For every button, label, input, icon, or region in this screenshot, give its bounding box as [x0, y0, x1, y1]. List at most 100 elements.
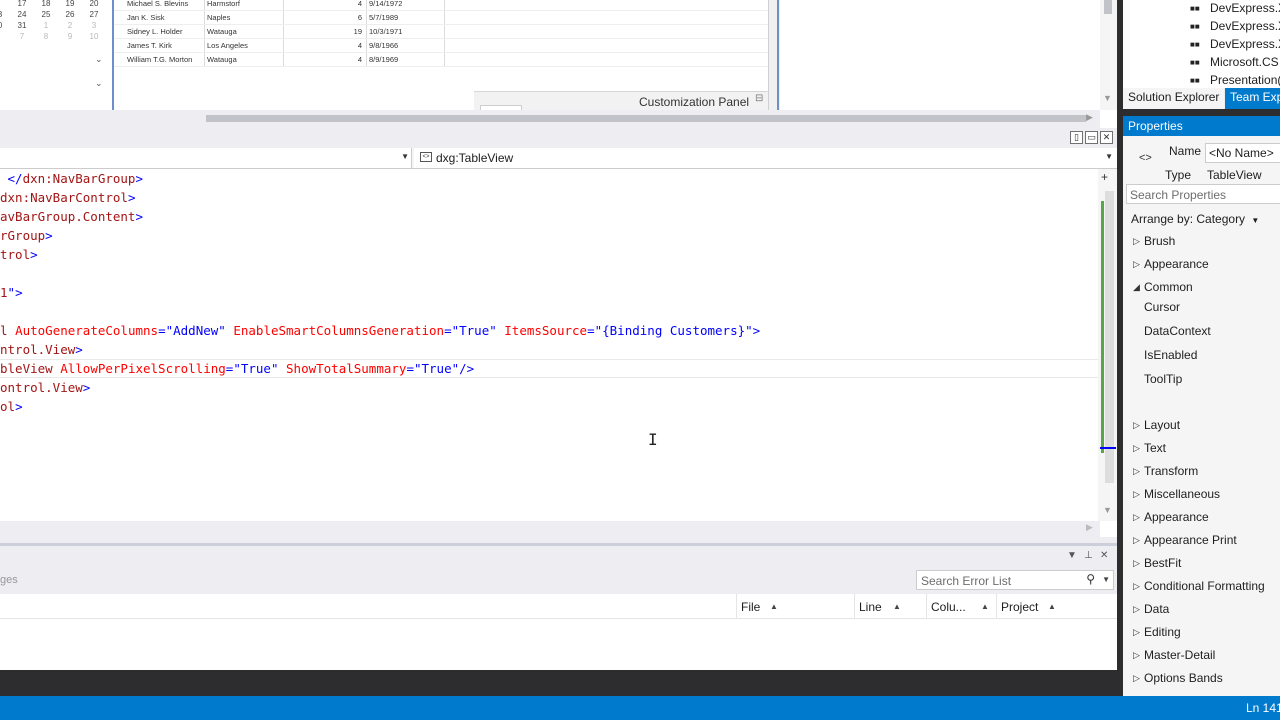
property-category[interactable]: ▷ Appearance: [1123, 254, 1280, 277]
dropdown-arrow-icon[interactable]: ▼: [401, 152, 409, 161]
grid-row: Michael S. Blevins Harmstorf 4 9/14/1972: [114, 0, 769, 11]
search-icon[interactable]: ⚲: [1086, 572, 1095, 586]
dropdown-arrow-icon[interactable]: ▼: [1105, 152, 1113, 161]
expand-triangle-icon[interactable]: ▷: [1133, 558, 1140, 569]
collapse-triangle-icon[interactable]: ◢: [1133, 282, 1140, 293]
column-header-project[interactable]: Project ▲: [996, 594, 1117, 619]
property-category[interactable]: ▷ BestFit: [1123, 553, 1280, 576]
code-line[interactable]: dxn:NavBarControl>: [0, 188, 135, 207]
scroll-thumb[interactable]: [206, 115, 1086, 122]
error-list-body[interactable]: [0, 619, 1117, 670]
property-category[interactable]: ▷ Brush: [1123, 231, 1280, 254]
collapse-pane-button[interactable]: ✕: [1100, 131, 1113, 144]
dropdown-arrow-icon[interactable]: ▼: [1102, 575, 1110, 584]
code-line[interactable]: ol>: [0, 397, 23, 416]
property-category[interactable]: ▷ Layout: [1123, 415, 1280, 438]
error-list-toolbar: ges Search Error List ⚲ ▼: [0, 566, 1117, 594]
calendar-day: 26: [65, 10, 75, 19]
calendar-day: 31: [17, 21, 27, 30]
grid-row: Sidney L. Holder Watauga 19 10/3/1971: [114, 25, 769, 39]
code-line[interactable]: 1">: [0, 283, 23, 302]
designer-canvas[interactable]: 1718192032425262703112378910 ⌄ ⌄ Michael…: [0, 0, 1100, 111]
expand-triangle-icon[interactable]: ▷: [1133, 535, 1140, 546]
horizontal-split-button[interactable]: ▭: [1085, 131, 1098, 144]
xaml-designer[interactable]: 1718192032425262703112378910 ⌄ ⌄ Michael…: [0, 0, 1117, 128]
panel-separator: [1123, 109, 1280, 116]
close-icon[interactable]: ✕: [1100, 550, 1108, 561]
expand-triangle-icon[interactable]: ▷: [1133, 489, 1140, 500]
tab-solution-explorer[interactable]: Solution Explorer: [1123, 88, 1225, 109]
designer-horizontal-scrollbar[interactable]: ▶: [0, 110, 1100, 128]
property-item[interactable]: DataContext: [1144, 324, 1211, 348]
property-category[interactable]: ▷ Master-Detail: [1123, 645, 1280, 668]
expand-triangle-icon[interactable]: ▷: [1133, 650, 1140, 661]
messages-filter[interactable]: ges: [0, 574, 18, 586]
property-category[interactable]: ▷ Conditional Formatting: [1123, 576, 1280, 599]
expand-triangle-icon[interactable]: ▷: [1133, 512, 1140, 523]
property-item[interactable]: Cursor: [1144, 300, 1180, 324]
scroll-down-icon[interactable]: ▼: [1103, 93, 1112, 103]
scroll-thumb[interactable]: [1104, 0, 1112, 14]
vertical-split-button[interactable]: ▯: [1070, 131, 1083, 144]
scroll-thumb[interactable]: [1105, 191, 1114, 483]
grid-cell-number: 19: [353, 27, 362, 36]
tab-team-explorer[interactable]: Team Exp: [1225, 88, 1280, 109]
code-line[interactable]: trol>: [0, 245, 38, 264]
property-item[interactable]: ToolTip: [1144, 372, 1182, 396]
split-editor-icon[interactable]: +: [1101, 170, 1108, 184]
scroll-right-icon[interactable]: ▶: [1086, 522, 1093, 533]
error-list-search-input[interactable]: Search Error List ⚲ ▼: [916, 570, 1114, 590]
property-category[interactable]: ▷ Miscellaneous: [1123, 484, 1280, 507]
column-header-file[interactable]: File ▲: [736, 594, 854, 619]
scroll-right-icon[interactable]: ▶: [1086, 112, 1093, 123]
column-label: Line: [859, 600, 882, 614]
expand-triangle-icon[interactable]: ▷: [1133, 466, 1140, 477]
column-header-column[interactable]: Colu... ▲: [926, 594, 996, 619]
property-category[interactable]: ▷ Transform: [1123, 461, 1280, 484]
arrange-by-dropdown[interactable]: Arrange by: Category ▼: [1131, 212, 1259, 226]
element-scope-dropdown[interactable]: ▼: [0, 148, 412, 168]
window-position-icon[interactable]: ▼: [1067, 550, 1077, 561]
expand-triangle-icon[interactable]: ▷: [1133, 627, 1140, 638]
expand-triangle-icon[interactable]: ▷: [1133, 259, 1140, 270]
code-line[interactable]: bleView AllowPerPixelScrolling="True" Sh…: [0, 359, 474, 378]
code-line[interactable]: ntrol.View>: [0, 340, 83, 359]
pin-icon[interactable]: ⊟: [755, 93, 763, 104]
editor-vertical-scrollbar[interactable]: + ▼: [1098, 169, 1117, 521]
property-category[interactable]: ▷ Options Bands: [1123, 668, 1280, 691]
code-line[interactable]: avBarGroup.Content>: [0, 207, 143, 226]
property-category[interactable]: ▷ Appearance Print: [1123, 530, 1280, 553]
code-line[interactable]: rGroup>: [0, 226, 53, 245]
code-line[interactable]: l AutoGenerateColumns="AddNew" EnableSma…: [0, 321, 760, 340]
code-line[interactable]: ontrol.View>: [0, 378, 90, 397]
expand-triangle-icon[interactable]: ▷: [1133, 673, 1140, 684]
member-dropdown[interactable]: <> dxg:TableView ▼: [414, 148, 1117, 168]
name-field[interactable]: <No Name>: [1205, 143, 1280, 163]
pin-icon[interactable]: ⊥: [1084, 550, 1093, 561]
property-category[interactable]: ▷ Text: [1123, 438, 1280, 461]
expand-triangle-icon[interactable]: ▷: [1133, 236, 1140, 247]
code-line[interactable]: </dxn:NavBarGroup>: [0, 169, 143, 188]
expand-triangle-icon[interactable]: ▷: [1133, 420, 1140, 431]
solution-explorer-panel[interactable]: ■■ DevExpress.X ■■ DevExpress.X ■■ DevExpress…: [1123, 0, 1280, 88]
property-category[interactable]: ◢ Common: [1123, 277, 1280, 300]
xaml-code-editor[interactable]: </dxn:NavBarGroup> dxn:NavBarControl> avBa…: [0, 169, 1117, 537]
properties-panel[interactable]: <> Name <No Name> Type TableView Search …: [1123, 136, 1280, 696]
scroll-down-icon[interactable]: ▼: [1103, 505, 1112, 515]
designer-vertical-scrollbar[interactable]: ▼: [1100, 0, 1117, 110]
editor-horizontal-scrollbar[interactable]: ▶: [0, 521, 1100, 537]
sort-ascending-icon: ▲: [981, 602, 989, 611]
property-item[interactable]: IsEnabled: [1144, 348, 1197, 372]
category-label: Brush: [1144, 234, 1176, 248]
expand-triangle-icon[interactable]: ▷: [1133, 443, 1140, 454]
properties-search-input[interactable]: Search Properties: [1126, 184, 1280, 204]
grid-cell-number: 4: [357, 0, 362, 8]
expand-triangle-icon[interactable]: ▷: [1133, 604, 1140, 615]
category-label: Appearance: [1144, 510, 1209, 524]
expand-triangle-icon[interactable]: ▷: [1133, 581, 1140, 592]
property-category[interactable]: ▷ Editing: [1123, 622, 1280, 645]
property-category[interactable]: ▷ Data: [1123, 599, 1280, 622]
customization-panel[interactable]: Customization Panel ⊟: [474, 91, 768, 111]
column-header-line[interactable]: Line ▲: [854, 594, 926, 619]
property-category[interactable]: ▷ Appearance: [1123, 507, 1280, 530]
